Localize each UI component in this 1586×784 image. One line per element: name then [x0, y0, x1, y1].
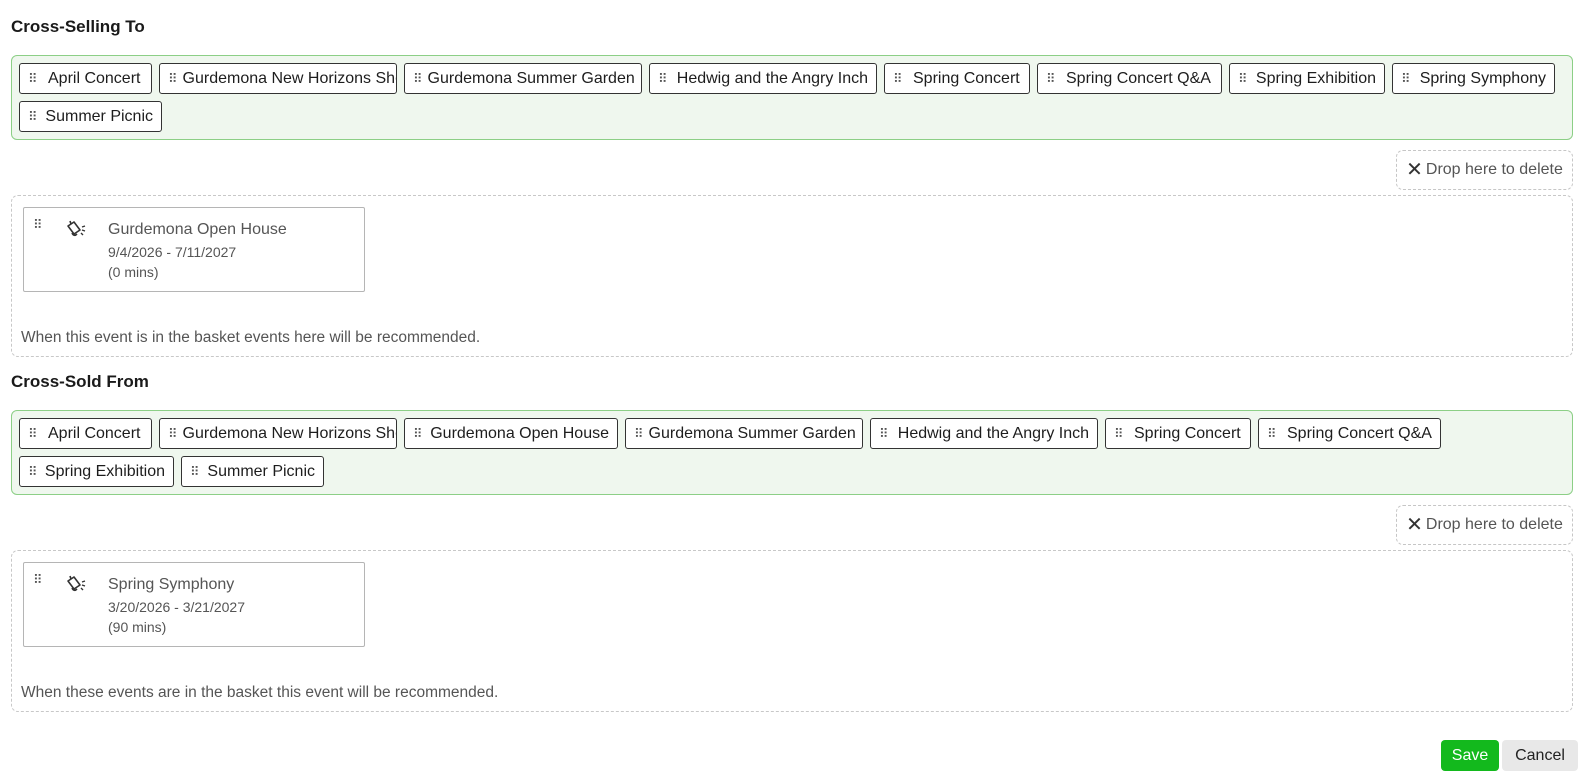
cross-selling-to-delete-zone[interactable]: ✕ Drop here to delete: [1396, 150, 1573, 190]
drag-handle-icon[interactable]: ⠿: [28, 72, 42, 85]
event-chip-label: Hedwig and the Angry Inch: [897, 424, 1089, 442]
drag-handle-icon[interactable]: ⠿: [1114, 427, 1128, 440]
cross-sold-from-help: When these events are in the basket this…: [21, 684, 499, 701]
selected-event-card[interactable]: ⠿ Gurdemona Open House 9/4/2026 - 7/11/2…: [23, 207, 365, 292]
event-chip-label: Spring Concert Q&A: [1287, 424, 1432, 442]
drag-handle-icon[interactable]: ⠿: [1238, 72, 1250, 85]
cross-sold-from-delete-zone[interactable]: ✕ Drop here to delete: [1396, 505, 1573, 545]
event-chip[interactable]: ⠿ Spring Concert: [1105, 418, 1251, 449]
delete-zone-label: Drop here to delete: [1425, 161, 1563, 178]
event-name: Spring Symphony: [108, 576, 235, 593]
event-dates: 3/20/2026 - 3/21/2027: [108, 599, 246, 615]
event-chip-label: Gurdemona New Horizons Show: [182, 424, 397, 442]
drag-handle-icon[interactable]: ⠿: [33, 218, 47, 231]
event-chip-label: Spring Symphony: [1419, 69, 1546, 87]
event-chip-label: Gurdemona Summer Garden: [648, 424, 856, 442]
event-chip-label: Hedwig and the Angry Inch: [676, 69, 868, 87]
event-chip-label: Summer Picnic: [207, 462, 315, 480]
event-chip[interactable]: ⠿ Spring Symphony: [1392, 63, 1555, 94]
event-chip-label: Gurdemona New Horizons Show: [182, 69, 397, 87]
event-chip[interactable]: ⠿ Spring Concert Q&A: [1037, 63, 1222, 94]
drag-handle-icon[interactable]: ⠿: [1046, 72, 1060, 85]
event-chip[interactable]: ⠿ Gurdemona New Horizons Show: [159, 63, 397, 94]
event-dates: 9/4/2026 - 7/11/2027: [108, 244, 237, 260]
drag-handle-icon[interactable]: ⠿: [879, 427, 892, 440]
drag-handle-icon[interactable]: ⠿: [28, 465, 39, 478]
event-chip-label: Gurdemona Summer Garden: [427, 69, 635, 87]
event-chip-label: Spring Concert Q&A: [1066, 69, 1211, 87]
drag-handle-icon[interactable]: ⠿: [168, 427, 177, 440]
event-chip-label: Summer Picnic: [45, 107, 153, 125]
event-chip-label: Spring Exhibition: [44, 462, 165, 480]
event-chip[interactable]: ⠿ Summer Picnic: [181, 456, 324, 487]
cross-selling-to-available-pool[interactable]: ⠿ April Concert ⠿ Gurdemona New Horizons Sh…: [11, 55, 1573, 140]
event-chip[interactable]: ⠿ April Concert: [19, 63, 152, 94]
drag-handle-icon[interactable]: ⠿: [28, 427, 42, 440]
event-chip-label: April Concert: [48, 424, 141, 442]
event-duration: (90 mins): [108, 619, 167, 635]
drag-handle-icon[interactable]: ⠿: [1401, 72, 1414, 85]
event-chip[interactable]: ⠿ Hedwig and the Angry Inch: [870, 418, 1098, 449]
cross-selling-to-title: Cross-Selling To: [11, 17, 145, 36]
delete-zone-label: Drop here to delete: [1425, 516, 1563, 533]
drag-handle-icon[interactable]: ⠿: [658, 72, 671, 85]
save-button[interactable]: Save: [1441, 740, 1499, 771]
drag-handle-icon[interactable]: ⠿: [190, 465, 201, 478]
cross-selling-to-help: When this event is in the basket events …: [21, 329, 481, 346]
drag-handle-icon[interactable]: ⠿: [634, 427, 643, 440]
selected-event-card[interactable]: ⠿ Spring Symphony 3/20/2026 - 3/21/2027 …: [23, 562, 365, 647]
event-chip-label: Spring Concert: [913, 69, 1020, 87]
event-name: Gurdemona Open House: [108, 221, 287, 238]
cross-sold-from-available-pool[interactable]: ⠿ April Concert ⠿ Gurdemona New Horizons Sh…: [11, 410, 1573, 495]
event-chip[interactable]: ⠿ Gurdemona Summer Garden: [625, 418, 863, 449]
drag-handle-icon[interactable]: ⠿: [413, 427, 424, 440]
cross-sold-from-title: Cross-Sold From: [11, 372, 149, 391]
drag-handle-icon[interactable]: ⠿: [1267, 427, 1281, 440]
close-icon: ✕: [1406, 159, 1423, 181]
drag-handle-icon[interactable]: ⠿: [168, 72, 177, 85]
event-chip[interactable]: ⠿ Gurdemona Open House: [404, 418, 618, 449]
event-chip[interactable]: ⠿ Hedwig and the Angry Inch: [649, 63, 877, 94]
event-chip-label: Gurdemona Open House: [430, 424, 609, 442]
close-icon: ✕: [1406, 514, 1423, 536]
event-chip[interactable]: ⠿ Spring Concert Q&A: [1258, 418, 1441, 449]
event-chip-label: Spring Concert: [1134, 424, 1241, 442]
bell-icon: [67, 575, 86, 592]
cancel-button[interactable]: Cancel: [1502, 740, 1578, 771]
drag-handle-icon[interactable]: ⠿: [893, 72, 907, 85]
cross-sold-from-drop-area[interactable]: ⠿ Spring Symphony 3/20/2026 - 3/21/2027 …: [11, 550, 1573, 712]
event-chip[interactable]: ⠿ Gurdemona Summer Garden: [404, 63, 642, 94]
event-chip[interactable]: ⠿ Gurdemona New Horizons Show: [159, 418, 397, 449]
drag-handle-icon[interactable]: ⠿: [33, 573, 47, 586]
event-chip-label: April Concert: [48, 69, 141, 87]
cross-selling-to-drop-area[interactable]: ⠿ Gurdemona Open House 9/4/2026 - 7/11/2…: [11, 195, 1573, 357]
event-chip-label: Spring Exhibition: [1255, 69, 1376, 87]
event-chip[interactable]: ⠿ Spring Exhibition: [19, 456, 174, 487]
drag-handle-icon[interactable]: ⠿: [28, 110, 39, 123]
drag-handle-icon[interactable]: ⠿: [413, 72, 422, 85]
event-chip[interactable]: ⠿ Spring Concert: [884, 63, 1030, 94]
event-duration: (0 mins): [108, 264, 159, 280]
event-chip[interactable]: ⠿ April Concert: [19, 418, 152, 449]
event-chip[interactable]: ⠿ Spring Exhibition: [1229, 63, 1385, 94]
bell-icon: [67, 220, 86, 237]
event-chip[interactable]: ⠿ Summer Picnic: [19, 101, 162, 132]
